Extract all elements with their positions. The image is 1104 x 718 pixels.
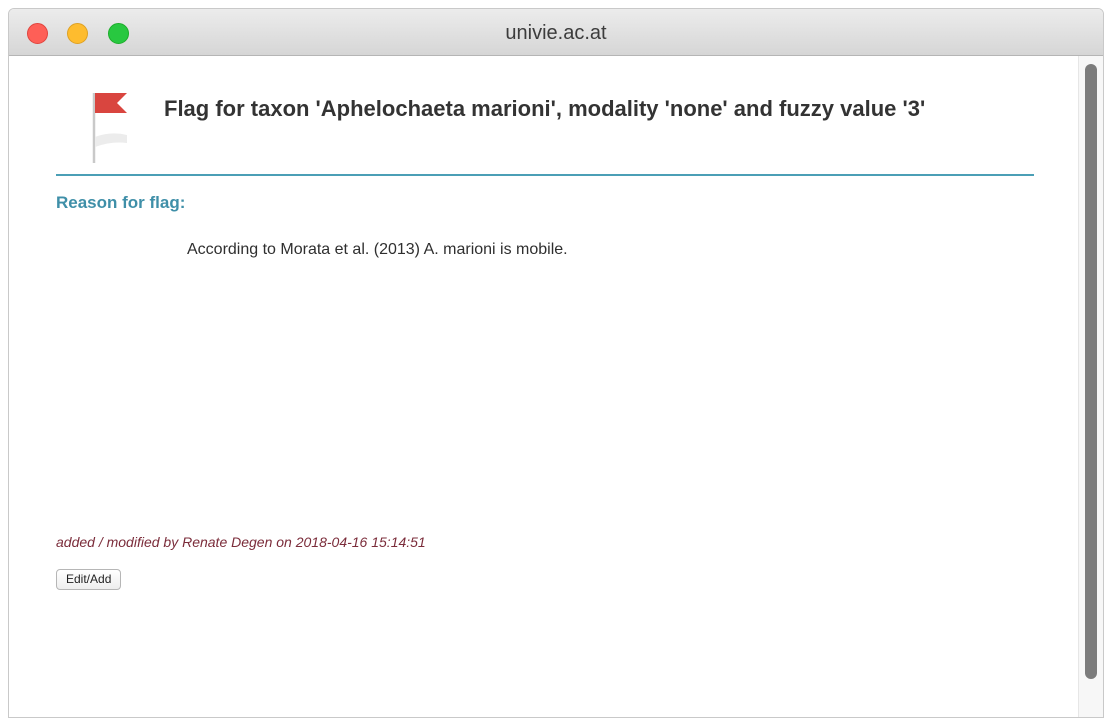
page-content: Flag for taxon 'Aphelochaeta marioni', m…: [9, 56, 1079, 717]
title-bar: univie.ac.at: [9, 9, 1103, 56]
title-divider: [56, 174, 1034, 176]
vertical-scrollbar[interactable]: [1078, 56, 1103, 717]
red-flag-icon: [89, 87, 139, 170]
window-title: univie.ac.at: [505, 22, 607, 44]
browser-window: univie.ac.at Flag for taxon 'Aphelochaet…: [8, 8, 1104, 718]
scrollbar-thumb[interactable]: [1085, 64, 1097, 679]
reason-text: According to Morata et al. (2013) A. mar…: [187, 241, 568, 258]
edit-add-button[interactable]: Edit/Add: [56, 569, 122, 590]
modified-info: added / modified by Renate Degen on 2018…: [56, 534, 426, 550]
reason-label: Reason for flag:: [56, 193, 186, 212]
page-title: Flag for taxon 'Aphelochaeta marioni', m…: [164, 96, 926, 121]
